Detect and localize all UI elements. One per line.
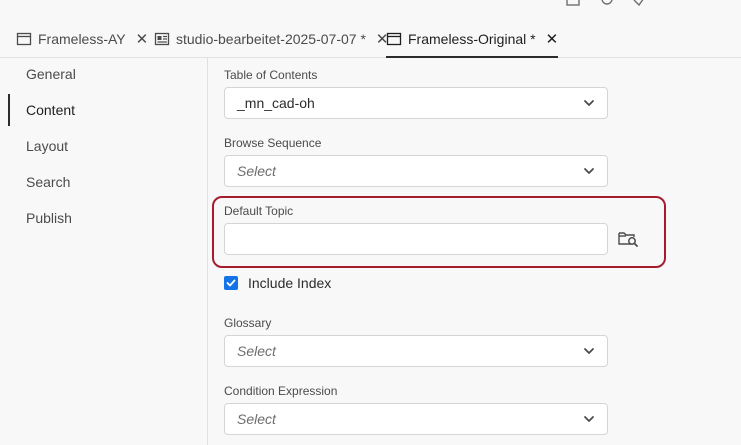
sidebar-item-publish[interactable]: Publish [8, 202, 198, 234]
chevron-down-icon [584, 348, 594, 354]
checkmark-icon [226, 279, 236, 287]
tab-studio-bearbeitet[interactable]: studio-bearbeitet-2025-07-07 * ✕ [154, 20, 388, 57]
close-icon[interactable]: ✕ [546, 30, 559, 48]
toc-label: Table of Contents [224, 68, 318, 82]
condition-expression-select[interactable]: Select [224, 403, 608, 435]
glossary-label: Glossary [224, 316, 272, 330]
chevron-down-icon [584, 416, 594, 422]
tab-frameless-original[interactable]: Frameless-Original * ✕ [386, 20, 559, 58]
tab-label: studio-bearbeitet-2025-07-07 * [176, 30, 366, 47]
condition-expression-label: Condition Expression [224, 384, 338, 398]
sidebar-item-label: Layout [26, 138, 69, 154]
browse-sequence-value: Select [237, 163, 276, 179]
browse-folder-icon[interactable] [616, 226, 640, 250]
include-index-checkbox[interactable] [224, 276, 238, 290]
publish-icon[interactable] [632, 0, 646, 6]
settings-sidebar: General Content Layout Search Publish [0, 58, 208, 445]
sidebar-item-general[interactable]: General [8, 58, 198, 90]
tab-frameless-ay[interactable]: Frameless-AY ✕ [16, 20, 148, 57]
tab-label: Frameless-Original * [408, 30, 536, 47]
sidebar-item-layout[interactable]: Layout [8, 130, 198, 162]
glossary-select[interactable]: Select [224, 335, 608, 367]
save-icon[interactable] [566, 0, 580, 6]
settings-icon[interactable] [600, 0, 614, 6]
sidebar-item-content[interactable]: Content [8, 94, 198, 126]
document-layout-icon [154, 32, 170, 45]
sidebar-item-label: Search [26, 174, 71, 190]
default-topic-label: Default Topic [224, 204, 294, 218]
glossary-value: Select [237, 343, 276, 359]
toc-value: _mn_cad-oh [237, 95, 315, 111]
window-icon [16, 32, 32, 45]
content-settings-panel: Table of Contents _mn_cad-oh Browse Sequ… [208, 58, 741, 445]
sidebar-item-label: Content [26, 102, 76, 118]
chevron-down-icon [584, 168, 594, 174]
browse-sequence-label: Browse Sequence [224, 136, 322, 150]
browse-sequence-select[interactable]: Select [224, 155, 608, 187]
default-topic-input[interactable] [224, 223, 608, 255]
toc-select[interactable]: _mn_cad-oh [224, 87, 608, 119]
tab-label: Frameless-AY [38, 30, 126, 47]
document-tab-bar: Frameless-AY ✕ studio-bearbeitet-2025-07… [0, 20, 741, 58]
sidebar-item-label: General [26, 66, 76, 82]
close-icon[interactable]: ✕ [136, 30, 149, 48]
sidebar-item-search[interactable]: Search [8, 166, 198, 198]
window-icon [386, 32, 402, 45]
sidebar-item-label: Publish [26, 210, 72, 226]
condition-expression-value: Select [237, 411, 276, 427]
include-index-label: Include Index [248, 275, 332, 291]
chevron-down-icon [584, 100, 594, 106]
toolbar-strip [0, 0, 741, 20]
